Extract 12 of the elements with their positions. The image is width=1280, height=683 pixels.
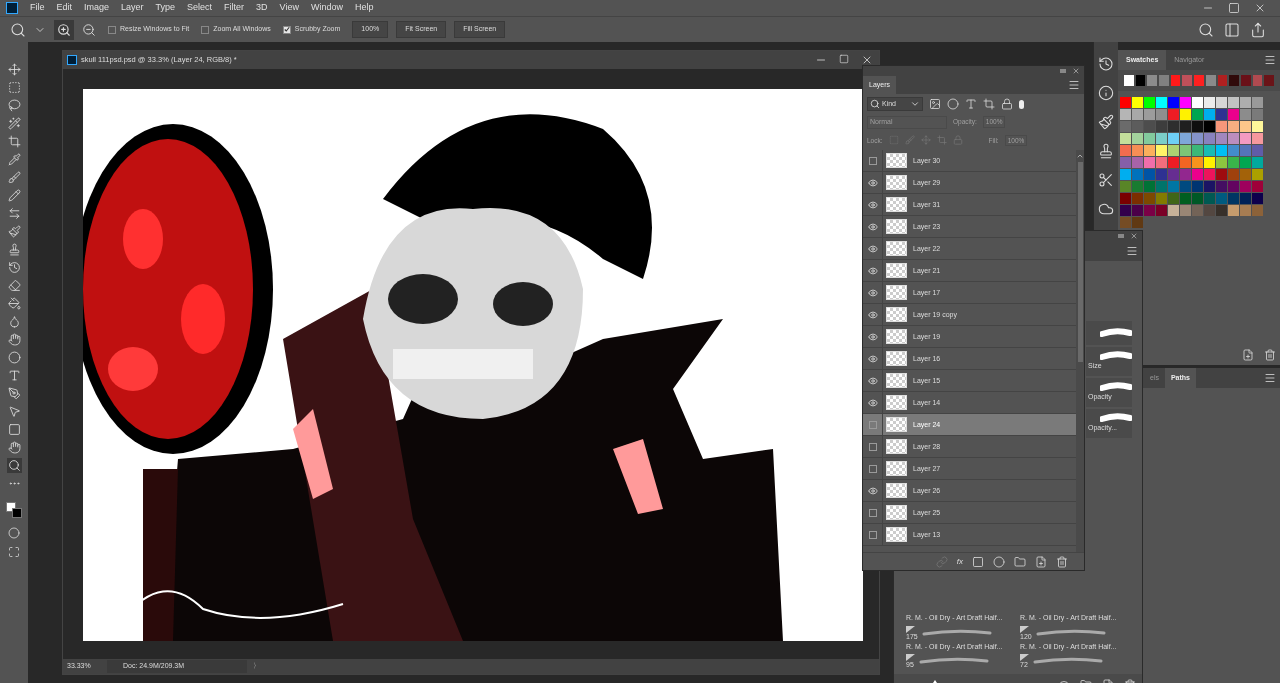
fx-icon[interactable]: fx (956, 555, 963, 568)
menu-item[interactable]: Help (355, 1, 374, 15)
menu-item[interactable]: View (279, 1, 299, 15)
menu-item[interactable]: File (30, 1, 45, 15)
menu-item[interactable]: 3D (256, 1, 268, 15)
menu-item[interactable]: Select (187, 1, 213, 15)
menu-item[interactable]: Filter (224, 1, 245, 15)
menu-item[interactable]: Layer (121, 1, 144, 15)
menu-item[interactable]: Type (155, 1, 176, 15)
menu-item[interactable]: Image (84, 1, 110, 15)
menu-item[interactable]: Edit (56, 1, 73, 15)
menu-item[interactable]: Window (310, 1, 343, 15)
